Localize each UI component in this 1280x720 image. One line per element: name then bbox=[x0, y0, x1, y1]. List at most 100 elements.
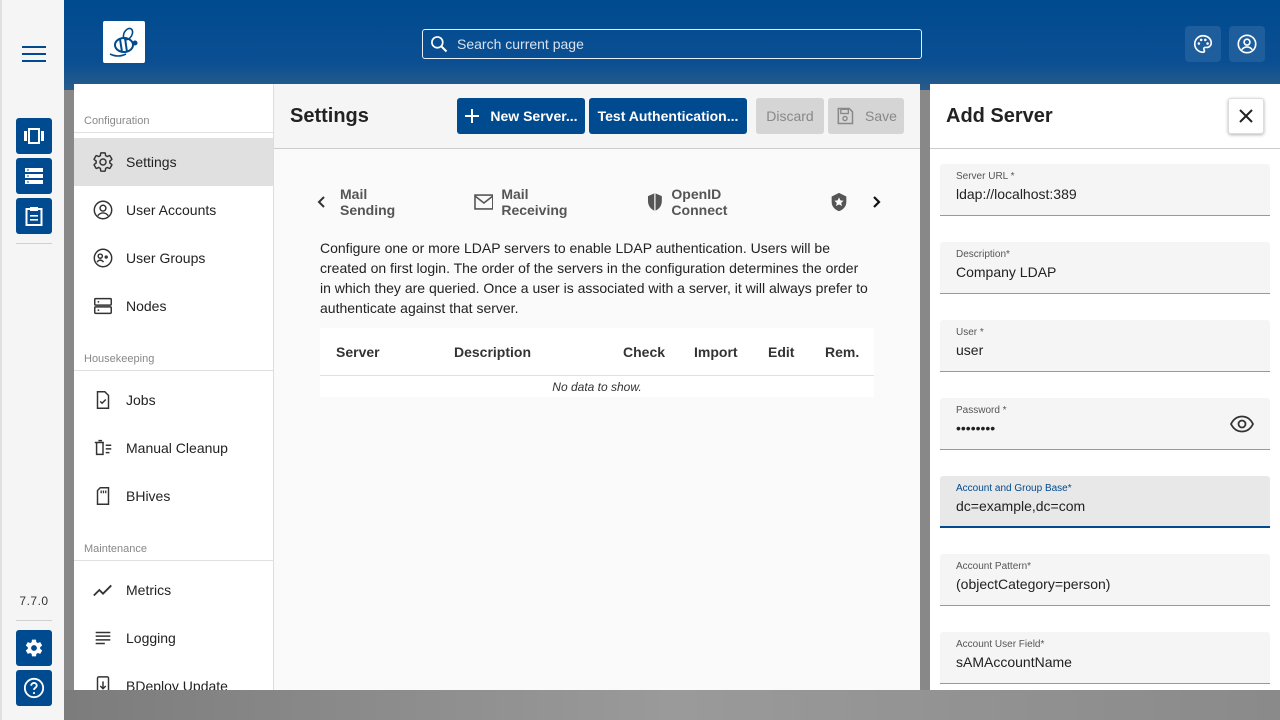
jobs-icon bbox=[96, 391, 110, 409]
admin-settings-button[interactable] bbox=[16, 630, 52, 666]
user-input[interactable] bbox=[956, 342, 1226, 358]
tab-mail-sending[interactable]: Mail Sending bbox=[340, 186, 426, 218]
menu-icon[interactable] bbox=[18, 40, 50, 68]
close-icon bbox=[1239, 109, 1253, 123]
nav-item-user-accounts[interactable]: User Accounts bbox=[74, 186, 273, 234]
nav-item-jobs[interactable]: Jobs bbox=[74, 376, 273, 424]
nav-item-label: User Groups bbox=[126, 250, 206, 266]
nav-item-label: Jobs bbox=[126, 392, 156, 408]
nav-item-logging[interactable]: Logging bbox=[74, 614, 273, 662]
empty-table-message: No data to show. bbox=[552, 380, 642, 394]
column-header-check: Check bbox=[623, 344, 666, 360]
account-user-field-field[interactable]: Account User Field* bbox=[940, 632, 1270, 684]
eye-icon[interactable] bbox=[1230, 414, 1254, 434]
field-label: User * bbox=[956, 327, 984, 338]
description-input[interactable] bbox=[956, 264, 1226, 280]
tab-label: Mail Receiving bbox=[501, 186, 568, 218]
search-box[interactable] bbox=[422, 29, 922, 59]
section-divider bbox=[74, 370, 273, 371]
help-icon bbox=[23, 677, 45, 699]
nav-item-label: User Accounts bbox=[126, 202, 217, 218]
close-panel-button[interactable] bbox=[1228, 98, 1264, 134]
column-header-description[interactable]: Description bbox=[454, 344, 531, 360]
account-user-field-input[interactable] bbox=[956, 654, 1226, 670]
column-header-edit: Edit bbox=[768, 344, 795, 360]
tab-mail-receiving[interactable]: Mail Receiving bbox=[473, 186, 598, 218]
user-menu-button[interactable] bbox=[1229, 26, 1265, 62]
section-label-maintenance: Maintenance bbox=[84, 543, 147, 555]
settings-tabs: Mail Sending Mail Receiving OpenID Conne… bbox=[314, 186, 884, 218]
add-server-panel: Add Server Server URL * Description* Use… bbox=[930, 84, 1280, 690]
account-pattern-field[interactable]: Account Pattern* bbox=[940, 554, 1270, 606]
column-header-import: Import bbox=[694, 344, 738, 360]
shield-icon bbox=[647, 193, 662, 211]
password-input[interactable] bbox=[956, 420, 1226, 436]
search-icon bbox=[431, 36, 448, 53]
ldap-servers-table: Server Description Check Import Edit Rem… bbox=[320, 328, 874, 397]
field-label: Account Pattern* bbox=[956, 561, 1032, 572]
test-authentication-label: Test Authentication... bbox=[597, 108, 739, 124]
nav-item-label: Manual Cleanup bbox=[126, 440, 228, 456]
rail-divider bbox=[16, 620, 52, 621]
search-input[interactable] bbox=[457, 36, 897, 52]
section-divider bbox=[74, 132, 273, 133]
account-pattern-input[interactable] bbox=[956, 576, 1226, 592]
user-field[interactable]: User * bbox=[940, 320, 1270, 372]
panel-title: Add Server bbox=[946, 105, 1053, 127]
table-header: Server Description Check Import Edit Rem… bbox=[320, 328, 874, 376]
help-button[interactable] bbox=[16, 670, 52, 706]
mail-icon bbox=[473, 194, 494, 210]
discard-label: Discard bbox=[766, 108, 814, 124]
nav-item-manual-cleanup[interactable]: Manual Cleanup bbox=[74, 424, 273, 472]
save-button[interactable]: Save bbox=[828, 98, 904, 134]
metrics-icon bbox=[93, 584, 112, 597]
theme-button[interactable] bbox=[1185, 26, 1221, 62]
tab-label: Mail Sending bbox=[340, 186, 396, 218]
nav-item-label: Metrics bbox=[126, 582, 172, 598]
server-url-input[interactable] bbox=[956, 186, 1226, 202]
save-label: Save bbox=[865, 108, 897, 124]
password-field[interactable]: Password * bbox=[940, 398, 1270, 450]
nav-item-label: BDeploy Update bbox=[126, 678, 228, 690]
field-label: Description* bbox=[956, 249, 1010, 260]
tab-openid-connect[interactable]: OpenID Connect bbox=[646, 186, 780, 218]
account-group-base-input[interactable] bbox=[956, 498, 1226, 514]
new-server-button[interactable]: New Server... bbox=[457, 98, 585, 134]
settings-nav: Configuration Settings User Accounts Use… bbox=[74, 84, 274, 690]
backdrop-shade bbox=[64, 690, 1280, 720]
tab-ldap-auth[interactable] bbox=[828, 191, 850, 213]
test-authentication-button[interactable]: Test Authentication... bbox=[589, 98, 747, 134]
cleanup-icon bbox=[94, 439, 112, 456]
app-rail: 7.7.0 bbox=[0, 0, 64, 720]
nav-item-metrics[interactable]: Metrics bbox=[74, 566, 273, 614]
clipboard-icon bbox=[25, 207, 43, 226]
field-label: Account and Group Base* bbox=[956, 483, 1072, 494]
account-circle-icon bbox=[93, 200, 113, 220]
nav-item-user-groups[interactable]: User Groups bbox=[74, 234, 273, 282]
nav-item-settings[interactable]: Settings bbox=[74, 138, 273, 186]
nav-item-label: Nodes bbox=[126, 298, 167, 314]
reports-button[interactable] bbox=[16, 198, 52, 234]
nav-item-bdeploy-update[interactable]: BDeploy Update bbox=[74, 662, 273, 690]
column-header-server[interactable]: Server bbox=[336, 344, 380, 360]
bdeploy-logo[interactable] bbox=[103, 21, 145, 63]
app-header bbox=[64, 0, 1280, 90]
tabs-scroll-left-button[interactable] bbox=[314, 194, 330, 210]
storage-icon bbox=[25, 168, 43, 184]
nav-item-bhives[interactable]: BHives bbox=[74, 472, 273, 520]
server-url-field[interactable]: Server URL * bbox=[940, 164, 1270, 216]
discard-button[interactable]: Discard bbox=[756, 98, 824, 134]
chevron-right-icon bbox=[873, 196, 881, 208]
tabs-scroll-right-button[interactable] bbox=[868, 194, 884, 210]
nav-item-label: BHives bbox=[126, 488, 171, 504]
repositories-button[interactable] bbox=[16, 158, 52, 194]
plus-icon bbox=[465, 109, 480, 123]
instance-groups-button[interactable] bbox=[16, 118, 52, 154]
logging-icon bbox=[95, 631, 111, 645]
sd-card-icon bbox=[96, 487, 110, 505]
palette-icon bbox=[1194, 34, 1213, 54]
description-field[interactable]: Description* bbox=[940, 242, 1270, 294]
chevron-left-icon bbox=[317, 196, 325, 208]
nav-item-nodes[interactable]: Nodes bbox=[74, 282, 273, 330]
account-group-base-field[interactable]: Account and Group Base* bbox=[940, 476, 1270, 528]
